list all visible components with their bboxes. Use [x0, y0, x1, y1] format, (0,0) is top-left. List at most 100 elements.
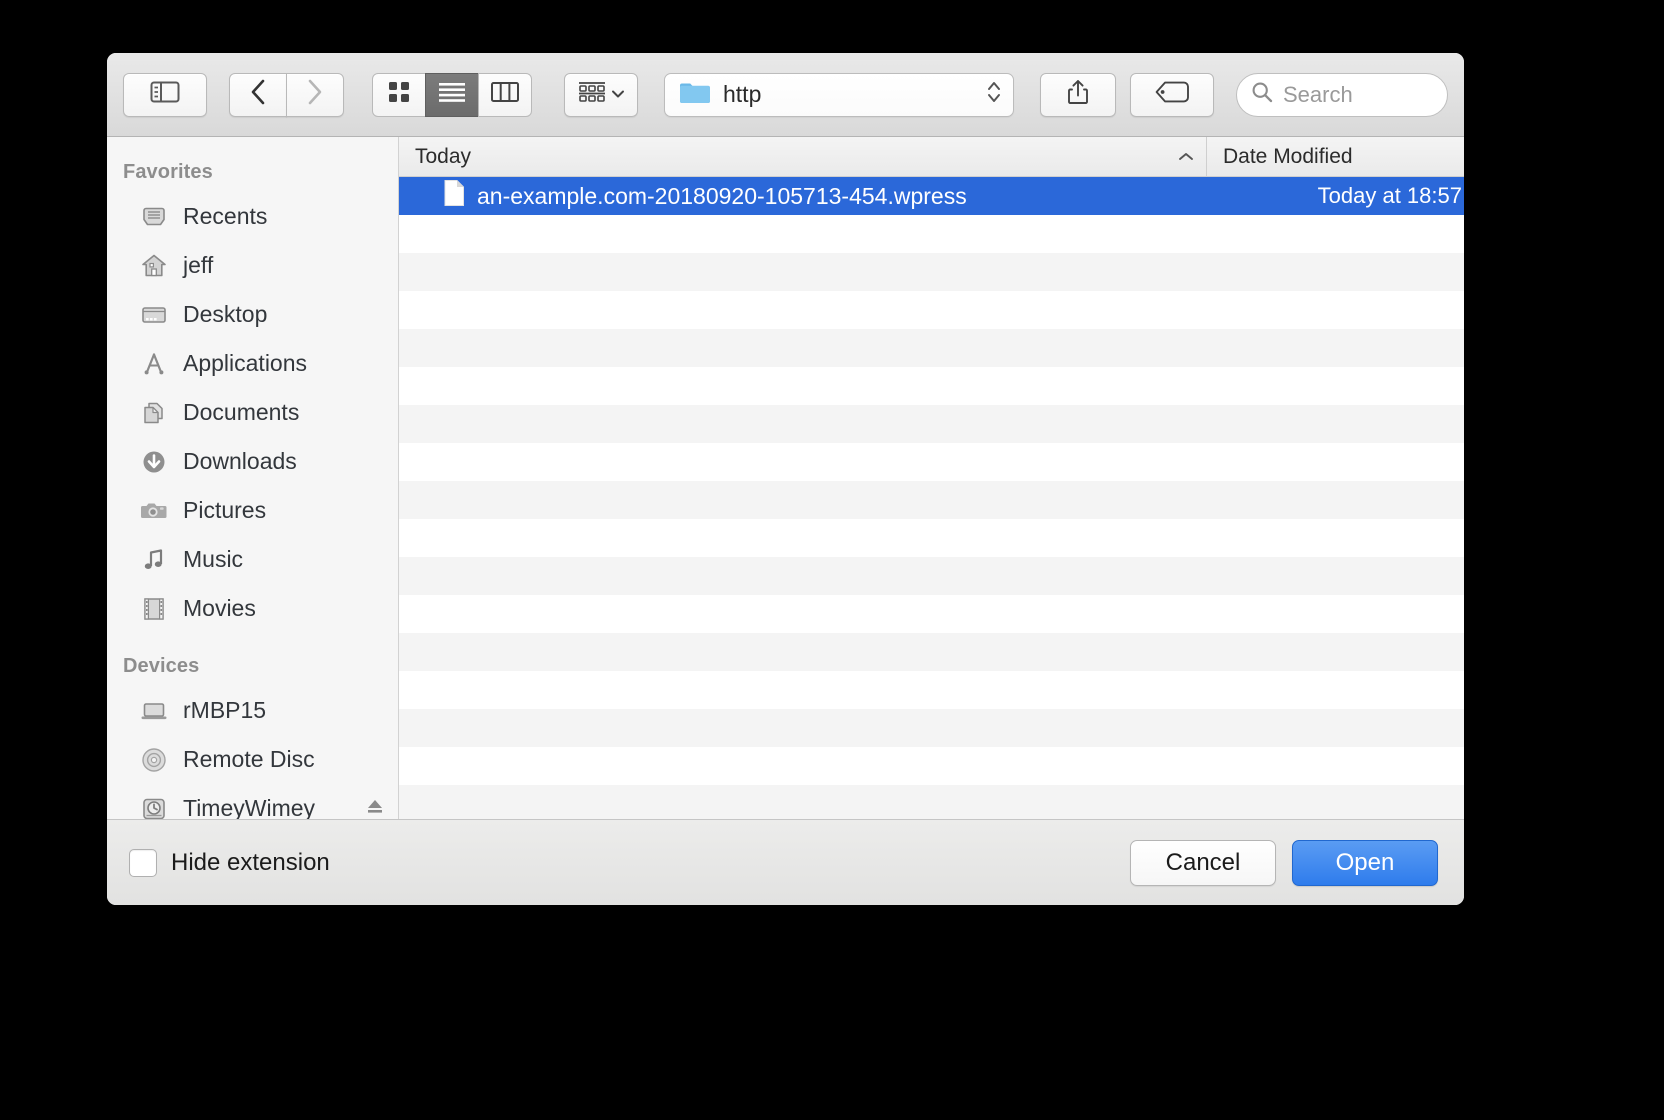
sort-caret — [1166, 151, 1206, 163]
back-button[interactable] — [229, 72, 287, 117]
path-select[interactable]: http — [664, 72, 1014, 117]
sidebar-toggle-button[interactable] — [123, 72, 207, 117]
sidebar-item-label: Remote Disc — [183, 746, 315, 772]
recents-icon — [139, 202, 169, 232]
view-mode-segmented-control — [372, 72, 532, 117]
empty-row — [399, 671, 1464, 709]
empty-row — [399, 557, 1464, 595]
chevron-down-icon — [611, 86, 625, 104]
column-headers: Today Date Modified — [399, 137, 1464, 177]
sidebar-item-rmbp15[interactable]: rMBP15 — [107, 686, 398, 735]
hide-extension-label: Hide extension — [171, 848, 330, 876]
up-down-stepper-icon — [985, 78, 1003, 111]
chevron-right-icon — [306, 78, 324, 111]
time-machine-disk-icon — [139, 794, 169, 820]
file-rows: an-example.com-20180920-105713-454.wpres… — [399, 177, 1464, 819]
empty-row — [399, 481, 1464, 519]
list-view-icon — [439, 82, 465, 107]
desktop-icon — [139, 300, 169, 330]
list-view-button[interactable] — [425, 72, 479, 117]
dialog-footer: Hide extension Cancel Open — [107, 819, 1464, 905]
empty-row — [399, 291, 1464, 329]
sidebar-item-remote-disc[interactable]: Remote Disc — [107, 735, 398, 784]
column-header-date[interactable]: Date Modified — [1206, 137, 1464, 176]
column-header-name[interactable]: Today — [399, 145, 1166, 169]
search-placeholder: Search — [1283, 81, 1353, 107]
column-header-name-label: Today — [415, 144, 472, 168]
empty-row — [399, 253, 1464, 291]
sidebar-item-recents[interactable]: Recents — [107, 192, 398, 241]
cancel-button[interactable]: Cancel — [1130, 839, 1276, 886]
sidebar-item-jeff[interactable]: jeff — [107, 241, 398, 290]
home-icon — [139, 251, 169, 281]
sidebar-item-label: Applications — [183, 350, 308, 376]
open-button[interactable]: Open — [1292, 839, 1438, 886]
empty-row — [399, 367, 1464, 405]
icon-view-button[interactable] — [372, 72, 426, 117]
sidebar-item-timeywimey[interactable]: TimeyWimey — [107, 784, 398, 819]
search-icon — [1251, 81, 1273, 108]
sidebar-item-label: TimeyWimey — [183, 795, 316, 819]
sidebar-item-movies[interactable]: Movies — [107, 584, 398, 633]
navigation-buttons — [229, 72, 344, 117]
path-label: http — [723, 81, 762, 107]
open-file-dialog: http Search Favorites Recents jeff Deskt… — [107, 53, 1464, 905]
laptop-icon — [139, 696, 169, 726]
empty-row — [399, 595, 1464, 633]
empty-row — [399, 785, 1464, 819]
empty-row — [399, 519, 1464, 557]
chevron-left-icon — [249, 78, 267, 111]
arrange-by-button[interactable] — [564, 72, 638, 117]
file-list: Today Date Modified an-example.com-20180… — [399, 137, 1464, 819]
sidebar-item-label: Movies — [183, 595, 256, 621]
forward-button[interactable] — [286, 72, 344, 117]
sidebar-item-documents[interactable]: Documents — [107, 388, 398, 437]
toolbar: http Search — [107, 53, 1464, 137]
empty-row — [399, 215, 1464, 253]
eject-icon[interactable] — [364, 795, 386, 819]
sidebar-item-label: Recents — [183, 203, 268, 229]
sidebar-section-devices-title: Devices — [123, 655, 200, 677]
sidebar-item-label: Documents — [183, 399, 300, 425]
hide-extension-checkbox-row[interactable]: Hide extension — [129, 848, 330, 877]
empty-row — [399, 405, 1464, 443]
sidebar-item-music[interactable]: Music — [107, 535, 398, 584]
documents-icon — [139, 398, 169, 428]
share-icon — [1067, 79, 1089, 110]
sidebar-item-pictures[interactable]: Pictures — [107, 486, 398, 535]
icon-view-icon — [388, 81, 410, 108]
column-view-button[interactable] — [478, 72, 532, 117]
tag-button[interactable] — [1130, 72, 1214, 117]
search-input[interactable]: Search — [1236, 72, 1448, 117]
sidebar-item-label: jeff — [183, 252, 214, 278]
sidebar-item-downloads[interactable]: Downloads — [107, 437, 398, 486]
sidebar-item-desktop[interactable]: Desktop — [107, 290, 398, 339]
document-icon — [443, 179, 465, 213]
share-button[interactable] — [1040, 72, 1116, 117]
hide-extension-checkbox[interactable] — [129, 848, 157, 877]
column-view-icon — [491, 82, 519, 107]
music-icon — [139, 545, 169, 575]
tag-icon — [1155, 81, 1189, 108]
dialog-body: Favorites Recents jeff Desktop Applicati… — [107, 137, 1464, 819]
empty-row — [399, 709, 1464, 747]
empty-row — [399, 633, 1464, 671]
optical-disc-icon — [139, 745, 169, 775]
sidebar-item-applications[interactable]: Applications — [107, 339, 398, 388]
pictures-icon — [139, 496, 169, 526]
sidebar-toggle-icon — [150, 80, 180, 109]
sidebar: Favorites Recents jeff Desktop Applicati… — [107, 137, 399, 819]
sidebar-item-label: Desktop — [183, 301, 268, 327]
movies-icon — [139, 594, 169, 624]
file-date-cell: Today at 18:57 — [1317, 183, 1462, 208]
empty-row — [399, 443, 1464, 481]
file-name-cell: an-example.com-20180920-105713-454.wpres… — [399, 179, 1166, 213]
empty-row — [399, 329, 1464, 367]
downloads-icon — [139, 447, 169, 477]
column-header-date-label: Date Modified — [1223, 144, 1353, 168]
table-row[interactable]: an-example.com-20180920-105713-454.wpres… — [399, 177, 1464, 215]
chevron-up-icon — [1179, 152, 1193, 160]
folder-icon — [679, 80, 711, 109]
sidebar-section-favorites-title: Favorites — [123, 161, 213, 183]
file-name-label: an-example.com-20180920-105713-454.wpres… — [477, 182, 967, 209]
